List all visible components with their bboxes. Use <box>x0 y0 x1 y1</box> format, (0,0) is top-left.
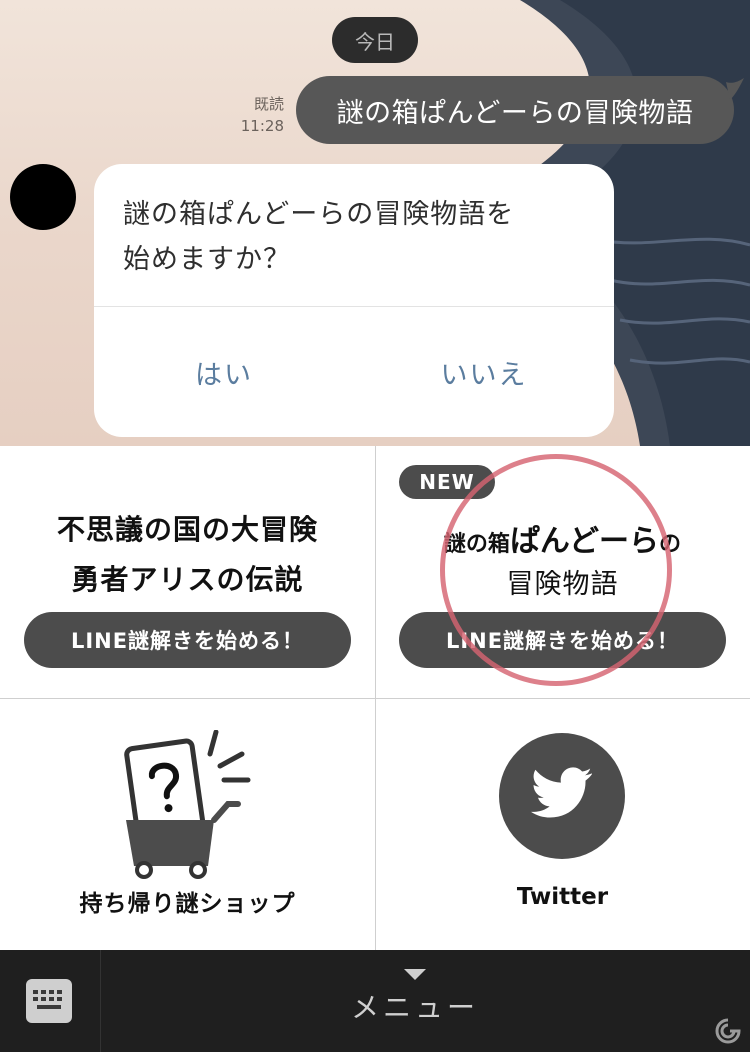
keyboard-icon[interactable] <box>26 979 72 1023</box>
twitter-label: Twitter <box>516 884 609 910</box>
bubble-tail <box>726 78 744 100</box>
confirm-prompt-line-2: 始めますか？ <box>123 244 291 275</box>
site-watermark-logo <box>715 1018 741 1044</box>
pandora-title-line-2: 冒険物語 <box>506 569 619 600</box>
confirm-prompt: 謎の箱ぱんどーらの冒険物語を 始めますか？ <box>123 192 593 282</box>
cart-question-icon <box>124 730 251 879</box>
shop-label: 持ち帰り謎ショップ <box>79 891 296 917</box>
alice-title-line-2: 勇者アリスの伝説 <box>71 563 304 596</box>
chat-area: 今日 既読 11:28 謎の箱ぱんどーらの冒険物語 謎の箱ぱんどーらの冒険物語を… <box>0 0 750 446</box>
sent-message-bubble: 謎の箱ぱんどーらの冒険物語 <box>296 76 734 144</box>
menu-toggle-label[interactable]: メニュー <box>300 986 530 1026</box>
pandora-game-tile[interactable]: NEW 謎の箱ぱんどーらの 冒険物語 LINE謎解きを始める！ <box>375 446 750 698</box>
bot-avatar[interactable] <box>10 164 76 230</box>
pandora-title-part-2: ぱんどーら <box>509 524 660 559</box>
confirm-prompt-line-1: 謎の箱ぱんどーらの冒険物語を <box>123 199 515 230</box>
alice-start-button[interactable]: LINE謎解きを始める！ <box>24 612 351 668</box>
shop-tile[interactable]: 持ち帰り謎ショップ <box>0 698 375 950</box>
keyboard-keys <box>33 990 62 1009</box>
confirm-card: 謎の箱ぱんどーらの冒険物語を 始めますか？ はい いいえ <box>94 164 614 437</box>
twitter-icon-circle <box>499 733 625 859</box>
pandora-title-part-1: 謎の箱 <box>443 532 510 557</box>
alice-title-line-1: 不思議の国の大冒険 <box>56 513 318 546</box>
menu-divider-horizontal <box>0 698 750 699</box>
no-button[interactable]: いいえ <box>354 307 614 437</box>
pandora-title-part-3: の <box>659 532 682 557</box>
yes-button[interactable]: はい <box>94 307 354 437</box>
bottom-bar: メニュー <box>0 950 750 1052</box>
date-separator: 今日 <box>332 17 418 63</box>
alice-game-tile[interactable]: 不思議の国の大冒険 勇者アリスの伝説 LINE謎解きを始める！ <box>0 446 375 698</box>
new-badge: NEW <box>399 465 495 499</box>
message-time: 11:28 <box>240 117 284 135</box>
read-receipt: 既読 11:28 <box>232 93 284 137</box>
twitter-tile[interactable]: Twitter <box>375 698 750 950</box>
twitter-bird-icon <box>531 767 592 818</box>
triangle-down-icon[interactable] <box>404 969 426 981</box>
bar-separator <box>100 950 101 1052</box>
rich-menu: 不思議の国の大冒険 勇者アリスの伝説 LINE謎解きを始める！ NEW 謎の箱ぱ… <box>0 446 750 950</box>
read-status: 既読 <box>253 95 284 113</box>
pandora-title-line-1: 謎の箱ぱんどーらの <box>375 516 750 560</box>
pandora-start-button[interactable]: LINE謎解きを始める！ <box>399 612 726 668</box>
